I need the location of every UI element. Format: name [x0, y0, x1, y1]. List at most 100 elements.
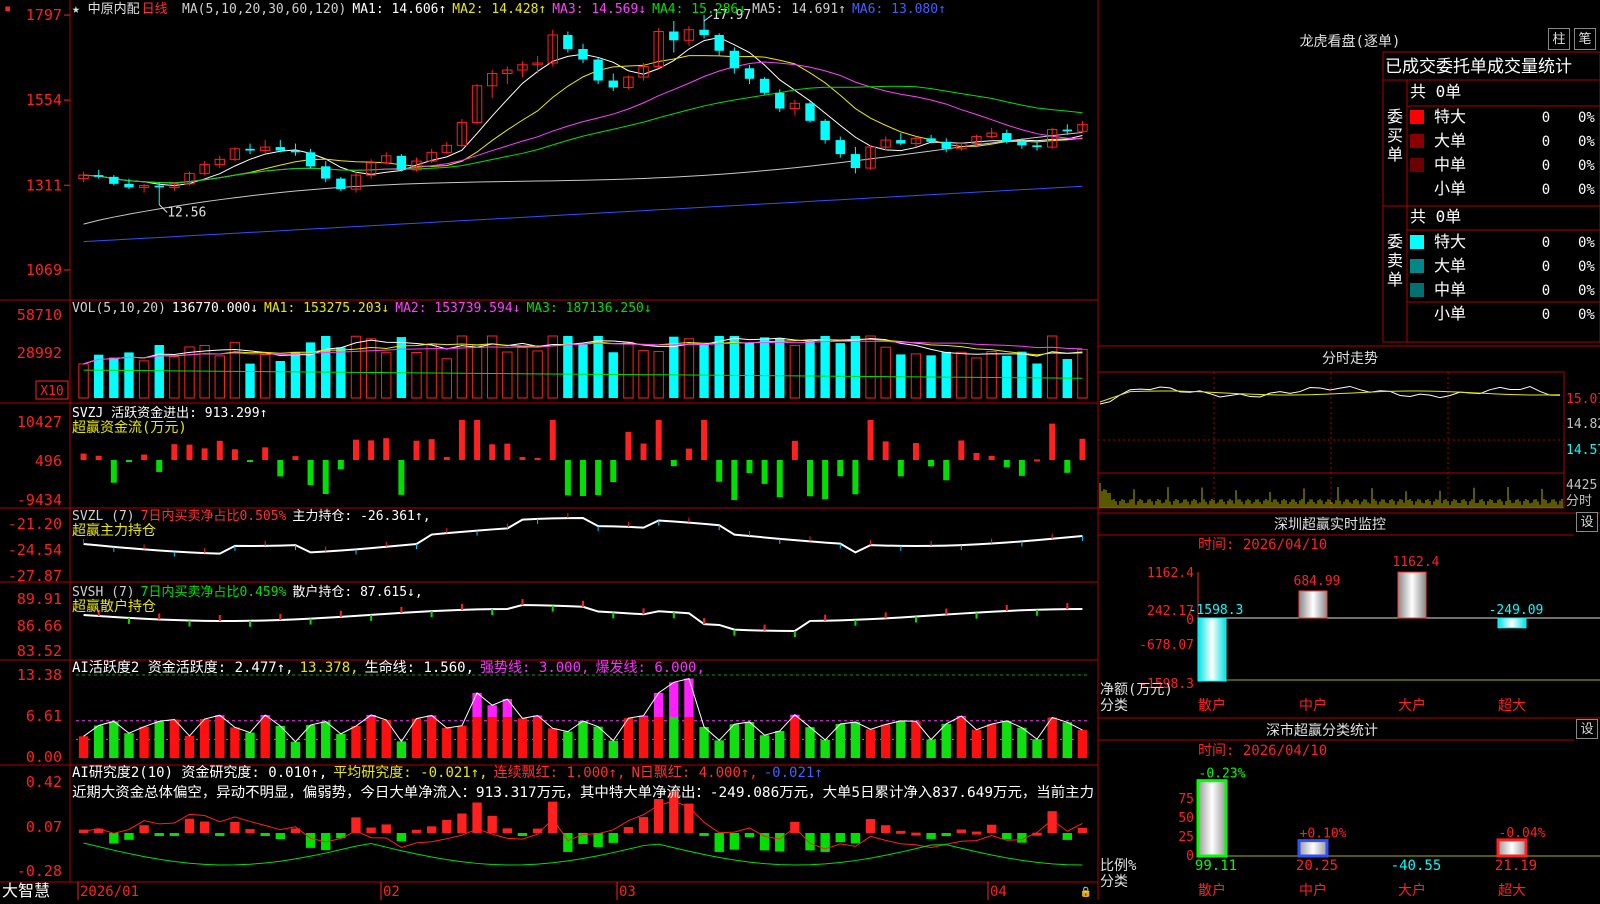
ai-bar — [790, 716, 800, 758]
candle-body — [926, 138, 936, 142]
window-menu-icon: ▪ — [4, 1, 11, 15]
research-bar — [381, 824, 391, 833]
column-view-button[interactable]: 柱 — [1548, 28, 1570, 50]
flow-bar — [882, 441, 889, 460]
volume-bar — [1032, 363, 1042, 398]
brand-label: 大智慧 — [2, 881, 50, 900]
ai-bar — [759, 735, 770, 758]
ai-bar — [911, 721, 921, 758]
volume-bar — [154, 345, 164, 398]
ai-bar — [714, 740, 724, 758]
stock-terminal: 1797 1554 1311 1069 17.97 12.56 ▪ ★ 中原内配 日线 MA(5,… — [0, 0, 1600, 900]
flow-bar — [549, 420, 556, 460]
monitor-value-label: -249.09 — [1489, 603, 1544, 618]
ai-bar — [653, 716, 664, 758]
svzj-axis-label: -9434 — [17, 491, 62, 509]
svsh-line — [83, 604, 1083, 633]
flow-bar — [867, 420, 874, 460]
volume-bar — [214, 355, 225, 399]
sell-row-pct: 0% — [1578, 307, 1595, 323]
monitor-bar — [1397, 571, 1427, 619]
candle-body — [669, 31, 679, 41]
candle-body — [850, 154, 861, 169]
flow-bar — [1064, 460, 1071, 473]
tick-view-button[interactable]: 笔 — [1574, 28, 1596, 50]
volume-bar — [517, 347, 528, 399]
svsh-axis-label: 89.91 — [17, 590, 62, 608]
buy-row-name: 特大 — [1434, 107, 1466, 126]
ai-bar — [775, 730, 785, 758]
candle-body — [744, 68, 755, 79]
volume-bar — [1017, 351, 1027, 398]
research-bar — [199, 821, 210, 833]
volume-bar — [1077, 349, 1088, 399]
candle-body — [608, 80, 618, 88]
ai-bar — [109, 721, 119, 758]
volume-bar — [820, 336, 830, 398]
classify-value-label: -40.55 — [1391, 858, 1442, 874]
ai-burst-bar — [472, 692, 482, 717]
flow-bar — [216, 440, 223, 460]
research-bar — [971, 831, 982, 835]
classify-change-label: +0.10% — [1300, 827, 1347, 842]
research-bar — [684, 803, 694, 833]
candle-body — [154, 185, 164, 188]
buy-row-pct: 0% — [1578, 134, 1595, 150]
svzl-subtitle: 超赢主力持仓 — [72, 522, 156, 539]
svzj-legend: SVZJ 活跃资金进出: 913.299↑ — [72, 405, 267, 421]
flow-bar — [1049, 423, 1056, 460]
classify-settings-button[interactable]: 设 — [1576, 719, 1598, 739]
volume-bar — [411, 351, 422, 399]
ai-bar — [638, 716, 649, 758]
date-label: 03 — [619, 884, 636, 900]
flow-bar — [383, 438, 390, 460]
ai-bar — [442, 728, 452, 758]
flow-bar — [231, 449, 238, 460]
flow-bar — [171, 444, 178, 460]
classify-side-label: 比例% — [1100, 858, 1137, 874]
candle-body — [759, 78, 770, 93]
ai-bar — [502, 716, 513, 758]
sell-legend-swatch — [1410, 259, 1424, 273]
flow-bar — [458, 420, 465, 460]
candle-body — [729, 50, 740, 69]
candle-body — [396, 155, 407, 170]
ai-bar — [351, 726, 361, 758]
ai-bar — [684, 716, 694, 758]
research-bar — [548, 801, 558, 833]
volume-bar — [986, 351, 997, 399]
chart-canvas[interactable]: 179715541311106917.9712.56▪ ★ 中原内配 日线 MA(5,… — [0, 0, 1600, 900]
volume-bar — [1002, 355, 1012, 398]
volume-bar — [623, 341, 634, 399]
dragon-header: 已成交委托单成交量统计 — [1385, 57, 1572, 77]
ai-bar — [835, 724, 845, 758]
low-price-mark: 12.56 — [167, 206, 206, 221]
monitor-bar — [1497, 617, 1527, 629]
research-bar — [426, 826, 437, 833]
volume-bar — [275, 361, 286, 398]
flow-bar — [277, 460, 284, 477]
monitor-settings-button[interactable]: 设 — [1576, 512, 1598, 532]
ai-bar — [669, 716, 679, 758]
buy-side-label: 买 — [1387, 126, 1403, 145]
volume-axis-label: 58710 — [17, 306, 62, 324]
flow-bar — [670, 460, 677, 467]
flow-bar — [1034, 459, 1041, 462]
ai-bar — [396, 741, 407, 758]
ai-bar — [563, 731, 573, 758]
flow-bar — [337, 460, 344, 470]
svzl-legend: SVZL (7) 7日内买卖净占比0.505% 主力持仓: -26.361↑, — [72, 508, 431, 524]
classify-category-label: 超大 — [1498, 883, 1526, 899]
research-bar — [184, 818, 195, 833]
lock-icon: 🔒 — [1080, 886, 1092, 898]
ma20-line — [83, 61, 1083, 184]
ai-axis-label: 6.61 — [26, 707, 62, 725]
ai-burst-bar — [684, 678, 694, 717]
flow-bar — [141, 454, 148, 460]
volume-bar — [593, 336, 603, 398]
volume-bar — [865, 335, 876, 399]
flow-bar — [988, 455, 995, 460]
volume-bar — [321, 336, 331, 398]
monitor-value-label: 1162.4 — [1393, 555, 1440, 570]
flow-bar — [201, 448, 208, 460]
